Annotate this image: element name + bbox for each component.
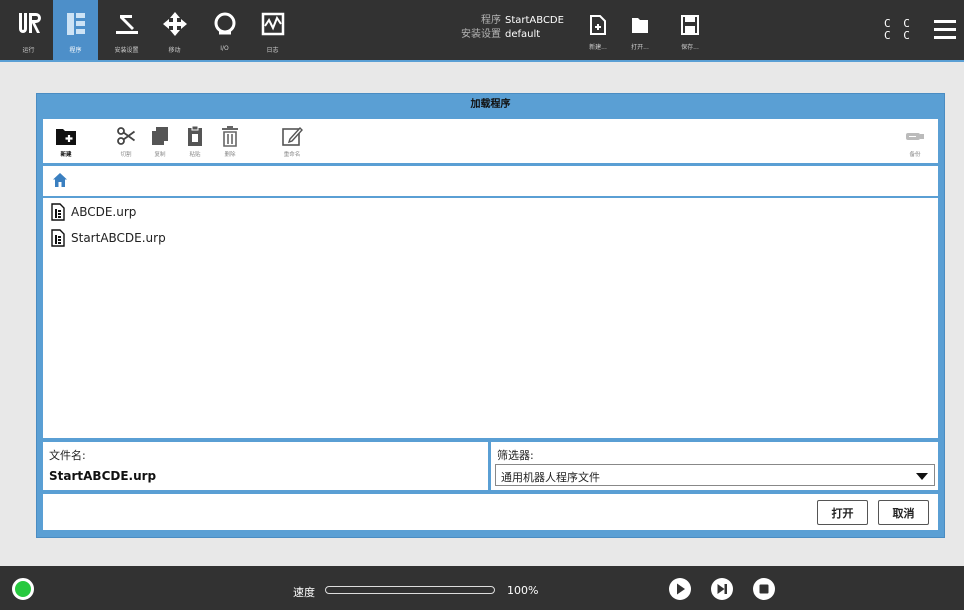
- tab-program-label: 程序: [69, 47, 82, 54]
- copy-label: 复制: [154, 152, 166, 158]
- speed-value: 100%: [507, 584, 539, 597]
- play-button[interactable]: [669, 578, 691, 600]
- filter-panel: 筛选器: 通用机器人程序文件: [491, 442, 938, 490]
- speed-label: 速度: [293, 586, 315, 599]
- installation-key: 安装设置: [461, 29, 501, 40]
- breadcrumb: [43, 166, 938, 196]
- dialog-title: 加载程序: [470, 99, 511, 110]
- cancel-button[interactable]: 取消: [878, 500, 929, 525]
- usb-label: 备份: [909, 152, 921, 158]
- filename-label: 文件名:: [49, 449, 86, 462]
- new-folder-icon: [56, 129, 76, 145]
- top-bar: 运行 程序 安装设置 移动 I/O 日志 程序 StartABCDE 安装设置 …: [0, 0, 964, 62]
- copy-button[interactable]: 复制: [145, 125, 175, 158]
- save-icon: [681, 15, 699, 35]
- home-icon[interactable]: [52, 172, 68, 188]
- delete-label: 删除: [224, 152, 236, 158]
- tab-io-label: I/O: [220, 45, 229, 52]
- open-program-button[interactable]: 打开...: [620, 14, 660, 51]
- copy-icon: [152, 127, 168, 145]
- step-icon: [717, 584, 727, 594]
- program-key: 程序: [481, 15, 501, 26]
- tab-run[interactable]: 运行: [6, 0, 51, 60]
- new-file-icon: [590, 15, 606, 35]
- chevron-down-icon: [916, 473, 928, 480]
- new-folder-button[interactable]: 新建: [51, 125, 81, 158]
- step-button[interactable]: [711, 578, 733, 600]
- stop-button[interactable]: [753, 578, 775, 600]
- save-program-label: 保存...: [681, 44, 699, 51]
- load-program-dialog: 加载程序 新建 切割 复制 粘贴 删除 重命名 备份 ABCDE.urp Sta…: [36, 93, 945, 538]
- list-item-startabcde[interactable]: StartABCDE.urp: [51, 227, 166, 249]
- program-info: 程序 StartABCDE 安装设置 default: [455, 14, 564, 42]
- new-program-button[interactable]: 新建...: [578, 14, 618, 51]
- file-list: ABCDE.urp StartABCDE.urp: [43, 198, 938, 438]
- filename-field[interactable]: StartABCDE.urp: [49, 469, 156, 483]
- power-status-button[interactable]: [12, 578, 34, 600]
- tab-installation[interactable]: 安装设置: [104, 0, 149, 60]
- tab-io[interactable]: I/O: [202, 0, 247, 60]
- open-folder-icon: [632, 18, 648, 33]
- cc-indicator: C C C C: [884, 18, 913, 42]
- open-program-label: 打开...: [631, 44, 649, 51]
- button-bar: 打开 取消: [43, 494, 938, 530]
- scissors-icon: [117, 127, 136, 145]
- bottom-bar: 速度 100%: [0, 566, 964, 610]
- top-bar-accent: [0, 60, 964, 62]
- program-file-icon: [51, 203, 65, 221]
- log-icon: [261, 12, 284, 36]
- list-item-abcde[interactable]: ABCDE.urp: [51, 201, 136, 223]
- play-icon: [677, 583, 685, 595]
- ur-logo-icon: [18, 13, 41, 33]
- paste-icon: [188, 125, 202, 146]
- file-name: StartABCDE.urp: [71, 231, 166, 245]
- file-toolbar: 新建 切割 复制 粘贴 删除 重命名 备份: [43, 119, 938, 163]
- file-name: ABCDE.urp: [71, 205, 137, 219]
- tab-log-label: 日志: [266, 47, 279, 54]
- filter-select[interactable]: 通用机器人程序文件: [495, 464, 935, 486]
- cut-button[interactable]: 切割: [111, 125, 141, 158]
- io-icon: [214, 12, 235, 35]
- program-icon: [66, 13, 85, 35]
- tab-move-label: 移动: [168, 47, 181, 54]
- usb-button[interactable]: 备份: [900, 125, 930, 158]
- rename-label: 重命名: [283, 152, 301, 158]
- paste-label: 粘贴: [189, 152, 201, 158]
- new-program-label: 新建...: [589, 44, 607, 51]
- filter-value: 通用机器人程序文件: [501, 471, 600, 484]
- tab-installation-label: 安装设置: [114, 47, 139, 54]
- new-folder-label: 新建: [60, 152, 72, 158]
- speed-slider[interactable]: [325, 586, 495, 594]
- open-button[interactable]: 打开: [817, 500, 868, 525]
- tab-log[interactable]: 日志: [250, 0, 295, 60]
- usb-icon: [906, 133, 924, 140]
- hamburger-menu-icon[interactable]: [934, 20, 956, 40]
- installation-icon: [115, 15, 138, 34]
- installation-name: default: [505, 29, 541, 40]
- rename-button[interactable]: 重命名: [277, 125, 307, 158]
- cut-label: 切割: [120, 152, 132, 158]
- tab-program[interactable]: 程序: [53, 0, 98, 60]
- filename-panel: 文件名: StartABCDE.urp: [43, 442, 488, 490]
- paste-button[interactable]: 粘贴: [180, 125, 210, 158]
- tab-move[interactable]: 移动: [152, 0, 197, 60]
- program-name: StartABCDE: [505, 15, 564, 26]
- delete-button[interactable]: 删除: [215, 125, 245, 158]
- trash-icon: [222, 126, 238, 147]
- cc-line-2: C C: [884, 29, 913, 42]
- filter-label: 筛选器:: [497, 449, 534, 462]
- program-file-icon: [51, 229, 65, 247]
- rename-icon: [282, 126, 303, 146]
- move-icon: [162, 12, 187, 36]
- stop-icon: [759, 584, 769, 594]
- tab-run-label: 运行: [22, 47, 35, 54]
- save-program-button[interactable]: 保存...: [670, 14, 710, 51]
